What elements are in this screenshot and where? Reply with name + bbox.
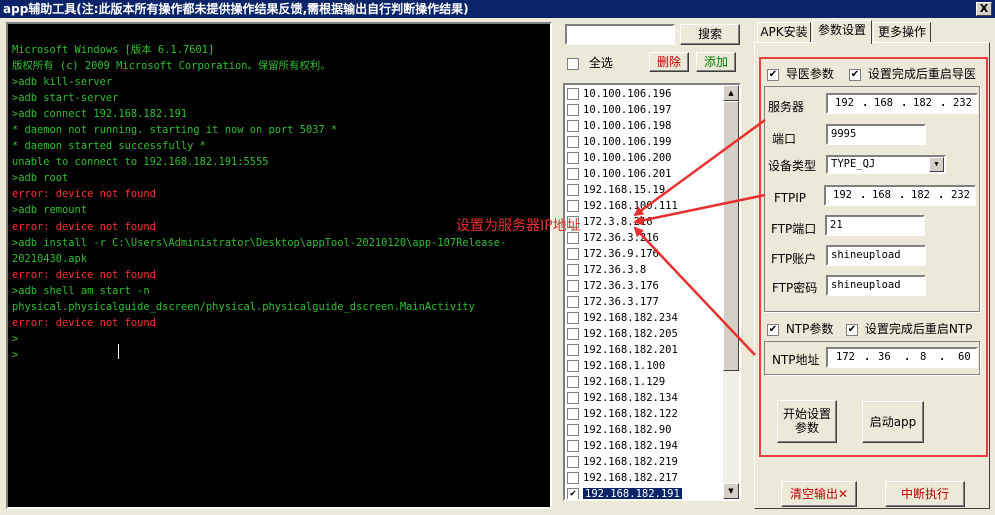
annotation-caption: 设置为服务器IP地址 (456, 218, 581, 234)
arrow-from-ntp (633, 226, 756, 356)
tab-param-settings[interactable]: 参数设置 (812, 20, 872, 44)
arrow-from-server (633, 118, 766, 217)
annotation-arrows (633, 118, 766, 356)
arrow-from-ftpip (633, 193, 766, 226)
